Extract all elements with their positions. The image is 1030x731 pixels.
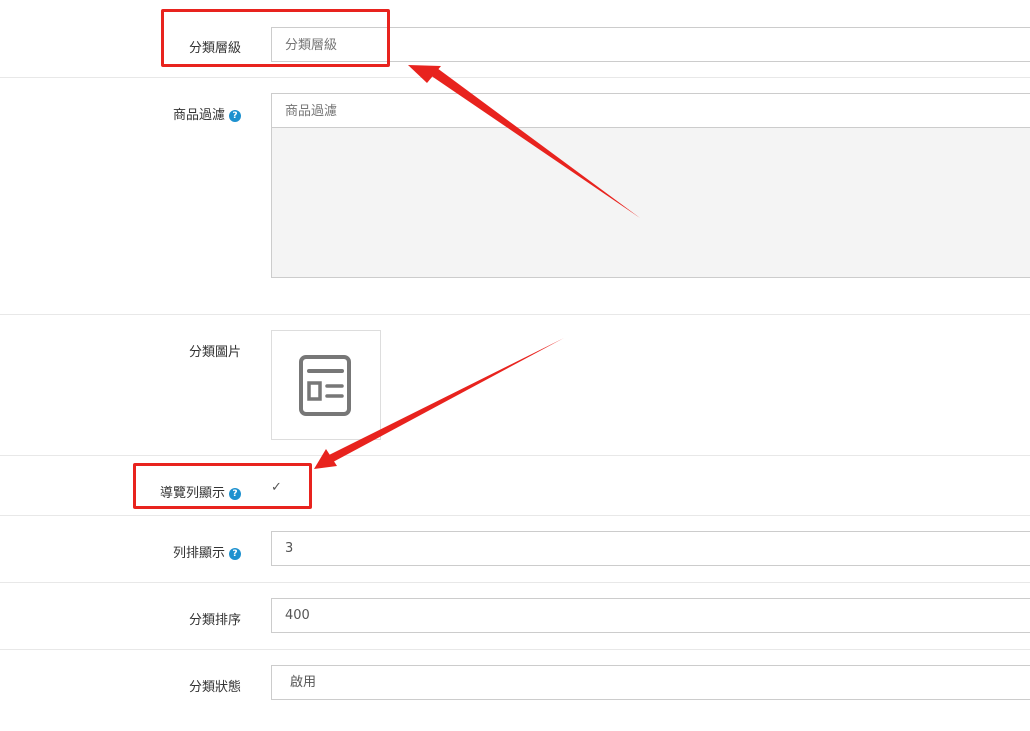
product-filter-label: 商品過濾?	[0, 104, 241, 123]
image-placeholder-icon	[299, 355, 351, 416]
column-display-input[interactable]: 3	[271, 531, 1030, 566]
status-label: 分類狀態	[188, 680, 241, 695]
product-filter-input[interactable]	[271, 93, 1030, 128]
sort-order-input[interactable]: 400	[271, 598, 1030, 633]
category-image-label: 分類圖片	[188, 345, 241, 360]
column-display-label: 列排顯示?	[0, 542, 241, 561]
highlight-box-category-level	[161, 9, 390, 67]
highlight-box-navbar-display	[133, 463, 312, 509]
category-image-thumbnail[interactable]	[271, 330, 381, 440]
status-select[interactable]: 啟用	[271, 665, 1030, 700]
help-icon[interactable]: ?	[229, 110, 241, 122]
help-icon[interactable]: ?	[229, 548, 241, 560]
category-level-row: 分類層級	[0, 0, 1030, 78]
product-filter-label-text: 商品過濾	[172, 108, 225, 123]
column-display-label-text: 列排顯示	[172, 546, 225, 561]
sort-order-label: 分類排序	[188, 613, 241, 628]
product-filter-list[interactable]	[271, 128, 1030, 278]
category-image-row: 分類圖片	[0, 314, 1030, 456]
